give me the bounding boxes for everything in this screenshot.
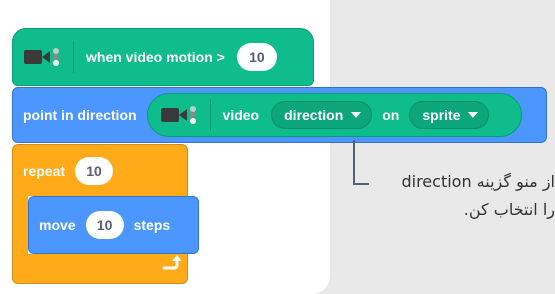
annotation-line-2: را انتخاب کن. bbox=[463, 200, 555, 219]
target-dropdown[interactable]: sprite bbox=[409, 101, 490, 129]
callout-line-vertical bbox=[353, 140, 355, 184]
hat-block-label: when video motion > bbox=[86, 49, 225, 65]
caret-down-icon bbox=[468, 112, 479, 118]
repeat-count-input[interactable]: 10 bbox=[75, 157, 114, 185]
video-reporter-label: video bbox=[222, 107, 260, 123]
attribute-dropdown-value: direction bbox=[284, 107, 344, 123]
target-dropdown-value: sprite bbox=[422, 107, 461, 123]
video-camera-icon bbox=[24, 48, 59, 66]
callout-line-horizontal bbox=[353, 183, 369, 185]
point-block-label: point in direction bbox=[23, 107, 137, 123]
video-camera-icon bbox=[160, 106, 196, 124]
motion-threshold-input[interactable]: 10 bbox=[236, 43, 277, 71]
when-video-motion-hat-block[interactable]: when video motion > 10 bbox=[12, 28, 314, 86]
video-reporter-block[interactable]: video direction on sprite bbox=[146, 93, 522, 137]
loop-arrow-icon bbox=[162, 255, 181, 270]
attribute-dropdown[interactable]: direction bbox=[271, 101, 373, 129]
point-in-direction-block[interactable]: point in direction video direction on sp… bbox=[12, 87, 547, 143]
move-label: move bbox=[39, 217, 76, 233]
move-steps-input[interactable]: 10 bbox=[85, 211, 124, 239]
repeat-label: repeat bbox=[23, 163, 66, 179]
block-separator bbox=[209, 99, 211, 131]
move-steps-block[interactable]: move 10 steps bbox=[28, 196, 199, 254]
block-separator bbox=[73, 41, 74, 73]
steps-label: steps bbox=[133, 217, 171, 233]
annotation-line-1: از منو گزینه direction bbox=[401, 172, 555, 191]
caret-down-icon bbox=[351, 112, 362, 118]
on-label: on bbox=[382, 107, 400, 123]
